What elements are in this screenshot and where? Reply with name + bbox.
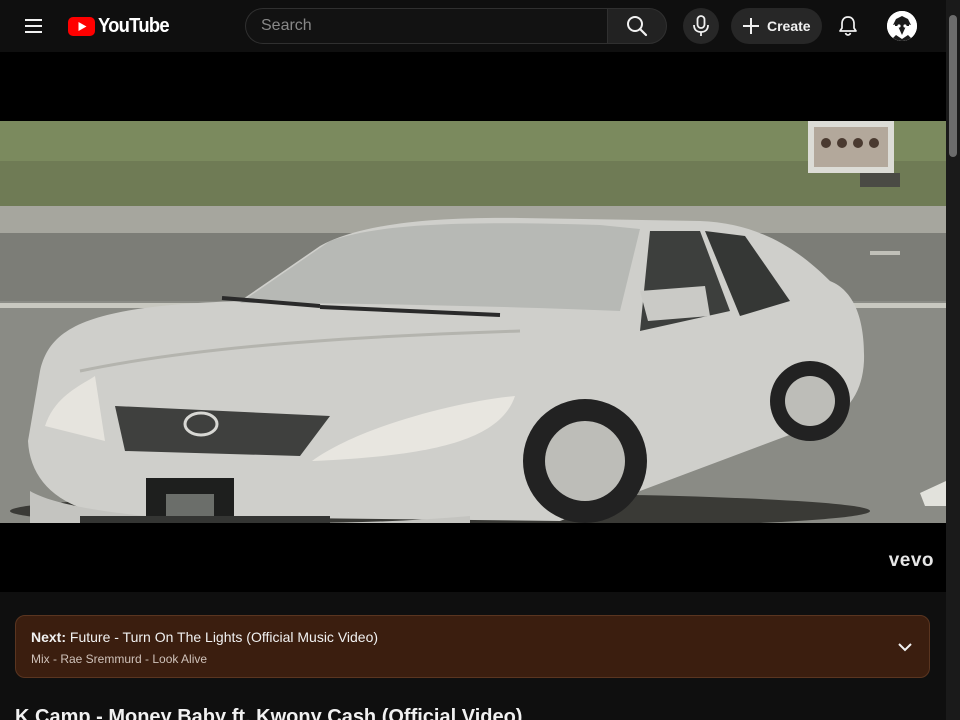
video-thumbnail: [0, 121, 946, 523]
next-video-title: Future - Turn On The Lights (Official Mu…: [69, 629, 379, 645]
mic-icon: [693, 15, 709, 36]
youtube-logo[interactable]: YouTube: [68, 14, 175, 38]
video-frame: [0, 121, 946, 523]
expand-queue-button[interactable]: [893, 635, 917, 659]
next-video-card[interactable]: Next: Future - Turn On The Lights (Offic…: [15, 615, 930, 678]
scrollbar-thumb[interactable]: [949, 15, 957, 157]
avatar-icon: [887, 11, 917, 41]
chevron-down-icon: [898, 643, 912, 652]
notifications-button[interactable]: [830, 8, 866, 44]
vevo-watermark: vevo: [888, 550, 934, 571]
search-icon: [627, 16, 648, 37]
search-input[interactable]: [246, 16, 607, 36]
next-prefix: Next:: [31, 629, 67, 645]
menu-button[interactable]: [16, 8, 52, 44]
create-label: Create: [767, 18, 811, 34]
youtube-app: YouTube Create: [0, 0, 960, 720]
youtube-play-icon: [68, 16, 95, 36]
next-mix-line: Mix - Rae Sremmurd - Look Alive: [31, 652, 208, 666]
masthead: YouTube Create: [0, 0, 946, 52]
next-video-line: Next: Future - Turn On The Lights (Offic…: [31, 629, 378, 645]
search-button[interactable]: [607, 8, 667, 44]
video-player[interactable]: vevo: [0, 52, 946, 592]
voice-search-button[interactable]: [683, 8, 719, 44]
create-button[interactable]: Create: [731, 8, 822, 44]
menu-icon: [25, 19, 42, 33]
video-title: K Camp - Money Baby ft. Kwony Cash (Offi…: [15, 706, 523, 720]
avatar[interactable]: [887, 11, 917, 41]
bell-icon: [839, 16, 857, 36]
page-scrollbar[interactable]: [946, 0, 960, 720]
plus-icon: [743, 18, 759, 34]
search-box: [245, 8, 607, 44]
logo-text: YouTube: [98, 14, 170, 37]
